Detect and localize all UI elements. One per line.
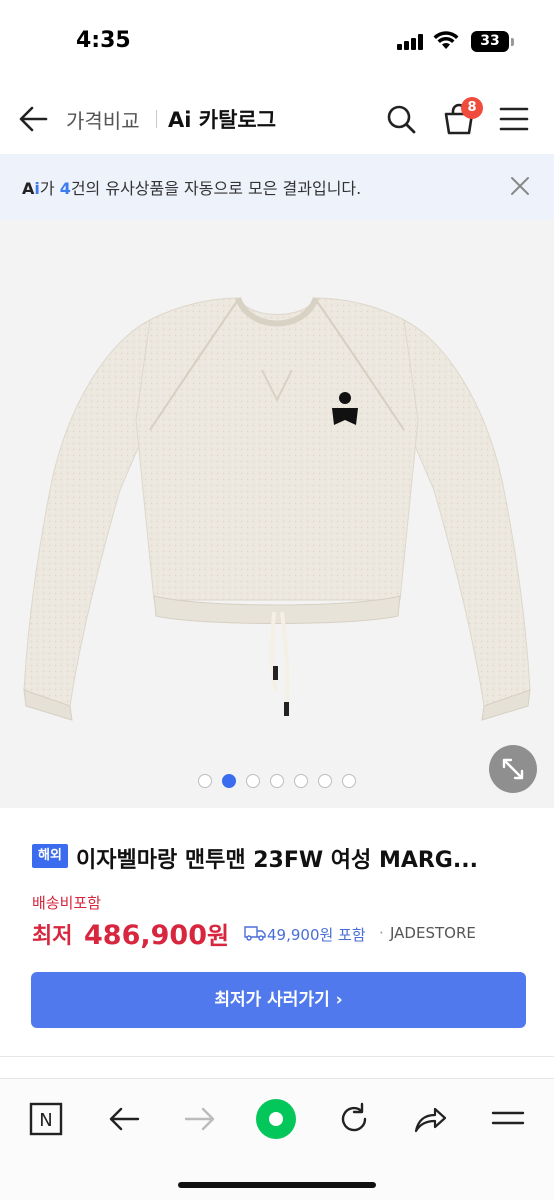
battery-icon: 33 <box>471 31 509 52</box>
product-photo-sweatshirt <box>23 296 531 721</box>
back-arrow-icon[interactable] <box>16 102 50 136</box>
battery-nub <box>511 38 514 46</box>
buy-lowest-price-button[interactable]: 최저가 사러가기 › <box>31 972 526 1028</box>
price-unit: 원 <box>206 922 230 950</box>
share-icon[interactable] <box>410 1099 450 1139</box>
gallery-dot[interactable] <box>342 774 356 788</box>
page-title: Ai 카탈로그 <box>168 108 277 132</box>
wifi-icon <box>433 31 459 49</box>
ai-text-after: 건의 유사상품을 자동으로 모은 결과입니다. <box>70 179 362 198</box>
header-divider <box>156 110 157 128</box>
back-arrow-icon[interactable] <box>104 1099 144 1139</box>
store-name[interactable]: JADESTORE <box>390 924 476 942</box>
reload-icon[interactable] <box>334 1099 374 1139</box>
status-time: 4:35 <box>76 28 131 53</box>
ai-banner: Ai가 4건의 유사상품을 자동으로 모은 결과입니다. <box>0 154 554 220</box>
price-amount: 486,900 <box>84 920 207 951</box>
gallery-dot[interactable] <box>270 774 284 788</box>
close-icon[interactable] <box>508 174 532 198</box>
shipping-included-label: 배송비포함 <box>32 894 102 912</box>
naver-n-label: N <box>39 1110 52 1131</box>
home-indicator[interactable] <box>178 1182 376 1188</box>
price-row: 최저 486,900원 49,900원 포함 · JADESTORE <box>32 914 532 954</box>
product-image-gallery[interactable] <box>0 220 554 808</box>
ai-text-before: 가 <box>39 179 60 198</box>
shipping-fee: 49,900원 포함 <box>267 926 366 944</box>
separator-dot: · <box>379 924 384 942</box>
delivery-truck-icon <box>244 926 266 941</box>
overseas-badge: 해외 <box>32 844 68 868</box>
gallery-dot[interactable] <box>318 774 332 788</box>
cellular-signal-icon <box>397 34 425 50</box>
naver-n-icon[interactable]: N <box>26 1099 66 1139</box>
gallery-dot[interactable] <box>198 774 212 788</box>
expand-icon <box>502 758 524 780</box>
ai-logo-a: A <box>22 179 35 198</box>
expand-image-button[interactable] <box>489 745 537 793</box>
home-dot-icon[interactable] <box>256 1099 296 1139</box>
product-title: 이자벨마랑 맨투맨 23FW 여성 MARG... <box>76 848 478 873</box>
price-compare-link[interactable]: 가격비교 <box>66 105 140 134</box>
gallery-dot[interactable] <box>294 774 308 788</box>
gallery-dot[interactable] <box>246 774 260 788</box>
menu-icon[interactable] <box>488 1099 528 1139</box>
ai-banner-text: Ai가 4건의 유사상품을 자동으로 모은 결과입니다. <box>22 175 361 199</box>
search-icon[interactable] <box>384 102 418 136</box>
lowest-price-label: 최저 <box>32 924 73 949</box>
status-bar: 4:35 33 <box>0 0 554 80</box>
hamburger-menu-icon[interactable] <box>498 104 530 134</box>
section-divider <box>0 1056 554 1057</box>
lowest-price: 486,900원 <box>84 916 229 951</box>
forward-arrow-icon[interactable] <box>180 1099 220 1139</box>
cart-count-badge: 8 <box>461 97 483 119</box>
gallery-dot-active[interactable] <box>222 774 236 788</box>
product-title-row: 해외 이자벨마랑 맨투맨 23FW 여성 MARG... <box>32 842 532 874</box>
ai-result-count: 4 <box>59 179 71 198</box>
